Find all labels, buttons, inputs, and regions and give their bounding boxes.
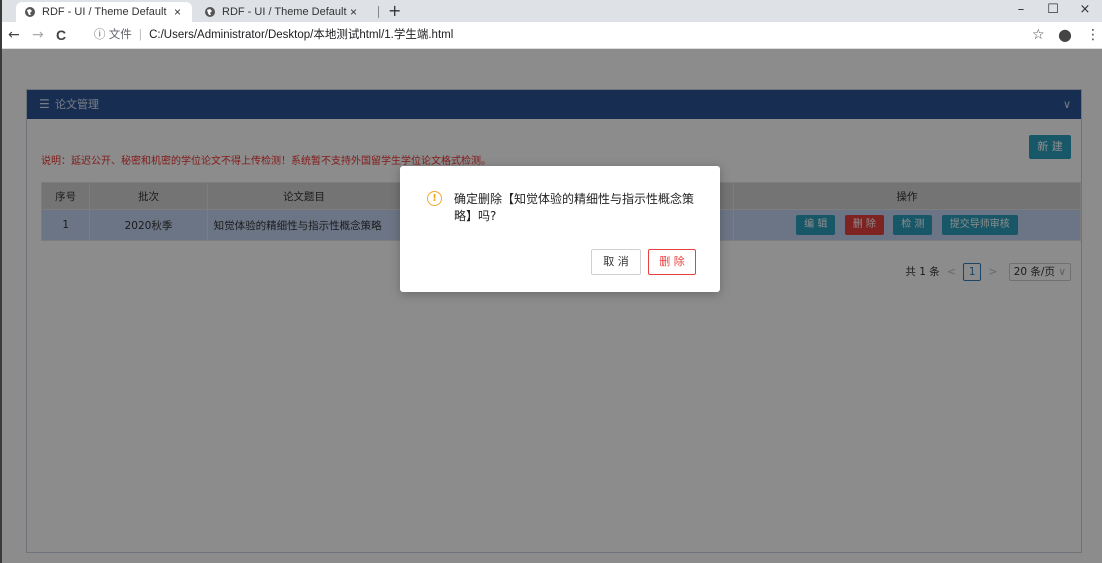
url-text: C:/Users/Administrator/Desktop/本地测试html/… xyxy=(149,29,454,41)
confirm-delete-dialog: ! 确定删除【知觉体验的精细性与指示性概念策略】吗? 取 消 删 除 xyxy=(400,166,720,292)
browser-tab-2[interactable]: RDF - UI / Theme Default × xyxy=(196,2,368,22)
modal-overlay[interactable] xyxy=(2,49,1102,563)
browser-toolbar: ← → C ⓘ 文件 | C:/Users/Administrator/Desk… xyxy=(2,22,1102,49)
scheme-label: 文件 xyxy=(108,29,132,41)
reload-button[interactable]: C xyxy=(56,25,66,45)
maximize-button[interactable]: ☐ xyxy=(1038,0,1068,22)
forward-button[interactable]: → xyxy=(32,25,44,45)
tab-title: RDF - UI / Theme Default xyxy=(42,6,167,18)
address-separator: | xyxy=(138,29,142,41)
browser-tab-1[interactable]: RDF - UI / Theme Default × xyxy=(16,2,192,22)
tab-close-icon[interactable]: × xyxy=(174,2,181,22)
cancel-button[interactable]: 取 消 xyxy=(591,249,641,275)
dialog-message: 确定删除【知觉体验的精细性与指示性概念策略】吗? xyxy=(454,192,695,223)
address-bar[interactable]: ⓘ 文件 | C:/Users/Administrator/Desktop/本地… xyxy=(94,25,453,45)
account-icon[interactable]: ● xyxy=(1058,25,1072,45)
browser-menu-icon[interactable]: ⋮ xyxy=(1086,25,1100,45)
minimize-button[interactable]: – xyxy=(1006,0,1036,22)
back-button[interactable]: ← xyxy=(8,25,20,45)
window-close-button[interactable]: × xyxy=(1070,0,1100,22)
new-tab-button[interactable]: + xyxy=(388,1,401,21)
confirm-delete-button[interactable]: 删 除 xyxy=(648,249,696,275)
globe-icon xyxy=(25,7,35,17)
browser-tabstrip: RDF - UI / Theme Default × RDF - UI / Th… xyxy=(2,0,1102,22)
page-content: ☰ 论文管理 ∨ 新 建 说明：延迟公开、秘密和机密的学位论文不得上传检测！系统… xyxy=(2,49,1102,563)
warning-icon: ! xyxy=(427,191,442,206)
tab-title: RDF - UI / Theme Default xyxy=(222,6,347,18)
tab-close-icon[interactable]: × xyxy=(350,2,357,22)
tab-separator xyxy=(378,6,379,18)
bookmark-star-icon[interactable]: ☆ xyxy=(1032,25,1045,45)
globe-icon xyxy=(205,7,215,17)
info-icon[interactable]: ⓘ xyxy=(94,29,106,41)
